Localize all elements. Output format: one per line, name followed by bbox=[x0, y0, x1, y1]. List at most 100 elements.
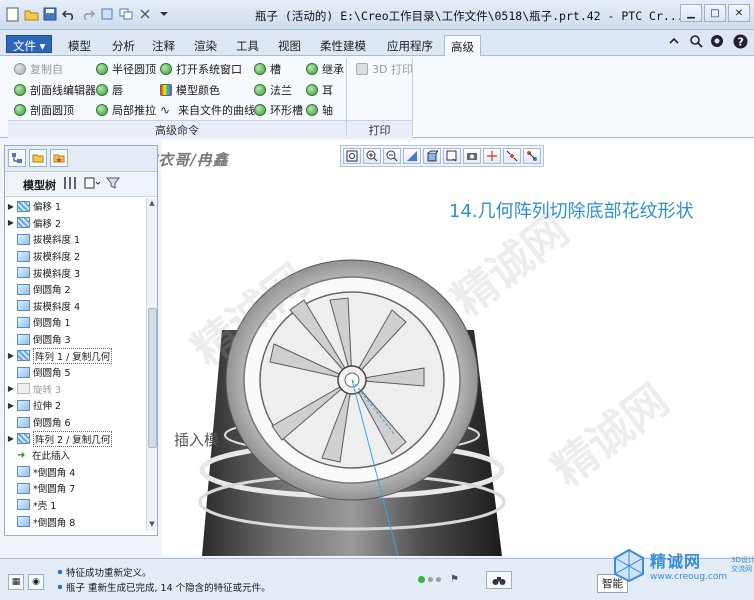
inheritance-button[interactable]: 继承 bbox=[306, 60, 344, 77]
tree-item[interactable]: ▶ 偏移 1 bbox=[5, 198, 145, 215]
xhatch-editor-button[interactable]: 剖面线编辑器 bbox=[14, 81, 96, 98]
slot-button[interactable]: 槽 bbox=[254, 60, 281, 77]
tree-settings-icon[interactable] bbox=[62, 176, 78, 193]
zoom-out-icon[interactable] bbox=[383, 148, 401, 164]
customize-qat-icon[interactable] bbox=[156, 6, 172, 22]
undo-icon[interactable] bbox=[61, 6, 77, 22]
new-file-icon[interactable] bbox=[4, 6, 20, 22]
expand-arrow-icon[interactable]: ▶ bbox=[5, 434, 17, 443]
tab-model[interactable]: 模型 bbox=[62, 35, 97, 56]
tab-annotate[interactable]: 注释 bbox=[146, 35, 181, 56]
tree-item[interactable]: ▶ 阵列 2 / 复制几何 bbox=[5, 430, 145, 447]
minimize-icon[interactable]: ▁ bbox=[680, 4, 702, 22]
close-window-icon[interactable] bbox=[137, 6, 153, 22]
tree-item[interactable]: ➜ 在此插入 bbox=[5, 447, 145, 464]
tree-item[interactable]: 倒圆角 2 bbox=[5, 281, 145, 298]
tree-item[interactable]: 拔模斜度 2 bbox=[5, 248, 145, 265]
expand-arrow-icon[interactable]: ▶ bbox=[5, 401, 17, 410]
curve-from-file-button[interactable]: ∿ 来自文件的曲线 bbox=[160, 101, 255, 118]
tree-scrollbar[interactable]: ▲ ▼ bbox=[146, 198, 157, 531]
spin-center-icon[interactable] bbox=[503, 148, 521, 164]
toggle-browser-icon[interactable]: ◉ bbox=[28, 574, 44, 590]
expand-arrow-icon[interactable]: ▶ bbox=[5, 384, 17, 393]
model-color-button[interactable]: 模型颜色 bbox=[160, 81, 220, 98]
group-label-print[interactable]: 打印 bbox=[347, 120, 412, 138]
settings-icon[interactable] bbox=[710, 33, 726, 49]
tree-item[interactable]: ▶ 阵列 1 / 复制几何 bbox=[5, 347, 145, 364]
search-icon[interactable] bbox=[688, 33, 704, 49]
open-system-window-button[interactable]: 打开系统窗口 bbox=[160, 60, 242, 77]
windows-icon[interactable] bbox=[118, 6, 134, 22]
flag-icon[interactable]: ⚑ bbox=[450, 574, 459, 585]
section-dome-button[interactable]: 剖面圆顶 bbox=[14, 101, 74, 118]
model-tree-label[interactable]: 模型树 bbox=[23, 177, 56, 193]
tree-item[interactable]: *壳 1 bbox=[5, 497, 145, 514]
tree-item[interactable]: ▶ 旋转 3 bbox=[5, 381, 145, 398]
expand-arrow-icon[interactable]: ▶ bbox=[5, 351, 17, 360]
saved-orientations-icon[interactable] bbox=[443, 148, 461, 164]
copy-from-button[interactable]: 复制自 bbox=[14, 60, 63, 77]
help-icon[interactable]: ? bbox=[732, 33, 748, 49]
folder-browser-tab-icon[interactable] bbox=[29, 149, 47, 167]
view-manager-icon[interactable] bbox=[463, 148, 481, 164]
save-icon[interactable] bbox=[42, 6, 58, 22]
group-label-advanced[interactable]: 高级命令 bbox=[8, 120, 346, 138]
maximize-icon[interactable]: □ bbox=[704, 4, 726, 22]
display-style-icon[interactable] bbox=[423, 148, 441, 164]
shaft-button[interactable]: 轴 bbox=[306, 101, 333, 118]
toggle-navigator-icon[interactable]: ▦ bbox=[8, 574, 24, 590]
tree-item-label: 拔模斜度 2 bbox=[33, 252, 81, 264]
radius-dome-button[interactable]: 半径圆顶 bbox=[96, 60, 156, 77]
tab-flex-modeling[interactable]: 柔性建模 bbox=[314, 35, 372, 56]
expand-arrow-icon[interactable]: ▶ bbox=[5, 218, 17, 227]
tree-item[interactable]: 拔模斜度 4 bbox=[5, 298, 145, 315]
tree-item[interactable]: 倒圆角 6 bbox=[5, 414, 145, 431]
close-icon[interactable]: ✕ bbox=[728, 4, 750, 22]
favorites-tab-icon[interactable] bbox=[50, 149, 68, 167]
lip-button[interactable]: 唇 bbox=[96, 81, 123, 98]
tab-view[interactable]: 视图 bbox=[272, 35, 307, 56]
tree-item[interactable]: ▶ 偏移 2 bbox=[5, 215, 145, 232]
repaint-icon[interactable] bbox=[403, 148, 421, 164]
annotation-display-icon[interactable] bbox=[523, 148, 541, 164]
local-push-button[interactable]: 局部推拉 bbox=[96, 101, 156, 118]
scroll-thumb[interactable] bbox=[148, 308, 157, 448]
tab-analysis[interactable]: 分析 bbox=[106, 35, 141, 56]
tab-advanced[interactable]: 高级 bbox=[444, 35, 481, 56]
tab-render[interactable]: 渲染 bbox=[188, 35, 223, 56]
tree-item[interactable]: 倒圆角 1 bbox=[5, 314, 145, 331]
toroidal-slot-button[interactable]: 环形槽 bbox=[254, 101, 303, 118]
3d-print-button[interactable]: 3D 打印 bbox=[356, 60, 413, 77]
redo-icon[interactable] bbox=[80, 6, 96, 22]
regenerate-icon[interactable] bbox=[99, 6, 115, 22]
refit-icon[interactable] bbox=[343, 148, 361, 164]
ear-button[interactable]: 耳 bbox=[306, 81, 333, 98]
local-push-icon bbox=[96, 103, 108, 116]
minimize-ribbon-icon[interactable] bbox=[666, 33, 682, 49]
scroll-down-icon[interactable]: ▼ bbox=[147, 520, 157, 530]
zoom-in-icon[interactable] bbox=[363, 148, 381, 164]
open-folder-icon[interactable] bbox=[23, 6, 39, 22]
model-tree-tab-icon[interactable] bbox=[8, 149, 26, 167]
tree-item[interactable]: 倒圆角 5 bbox=[5, 364, 145, 381]
tab-applications[interactable]: 应用程序 bbox=[381, 35, 439, 56]
tree-item[interactable]: ▶ 拉伸 2 bbox=[5, 397, 145, 414]
expand-arrow-icon[interactable]: ▶ bbox=[5, 202, 17, 211]
tree-item[interactable]: 拔模斜度 1 bbox=[5, 231, 145, 248]
regen-dot-icon bbox=[428, 577, 433, 582]
tree-item[interactable]: *倒圆角 7 bbox=[5, 480, 145, 497]
tree-item[interactable]: *倒圆角 4 bbox=[5, 464, 145, 481]
scroll-up-icon[interactable]: ▲ bbox=[147, 199, 157, 209]
find-binoculars-icon[interactable] bbox=[486, 571, 512, 589]
tree-item-label: 在此插入 bbox=[32, 451, 71, 463]
tree-item[interactable]: 倒圆角 3 bbox=[5, 331, 145, 348]
flange-button[interactable]: 法兰 bbox=[254, 81, 292, 98]
tree-filter-icon[interactable] bbox=[105, 176, 121, 193]
tab-tools[interactable]: 工具 bbox=[230, 35, 265, 56]
tree-item-label: 倒圆角 1 bbox=[33, 318, 71, 330]
show-dropdown-icon[interactable] bbox=[84, 176, 101, 193]
datum-display-icon[interactable] bbox=[483, 148, 501, 164]
tab-file[interactable]: 文件 ▾ bbox=[6, 35, 53, 53]
tree-item[interactable]: 拔模斜度 3 bbox=[5, 264, 145, 281]
tree-item[interactable]: *倒圆角 8 bbox=[5, 513, 145, 530]
